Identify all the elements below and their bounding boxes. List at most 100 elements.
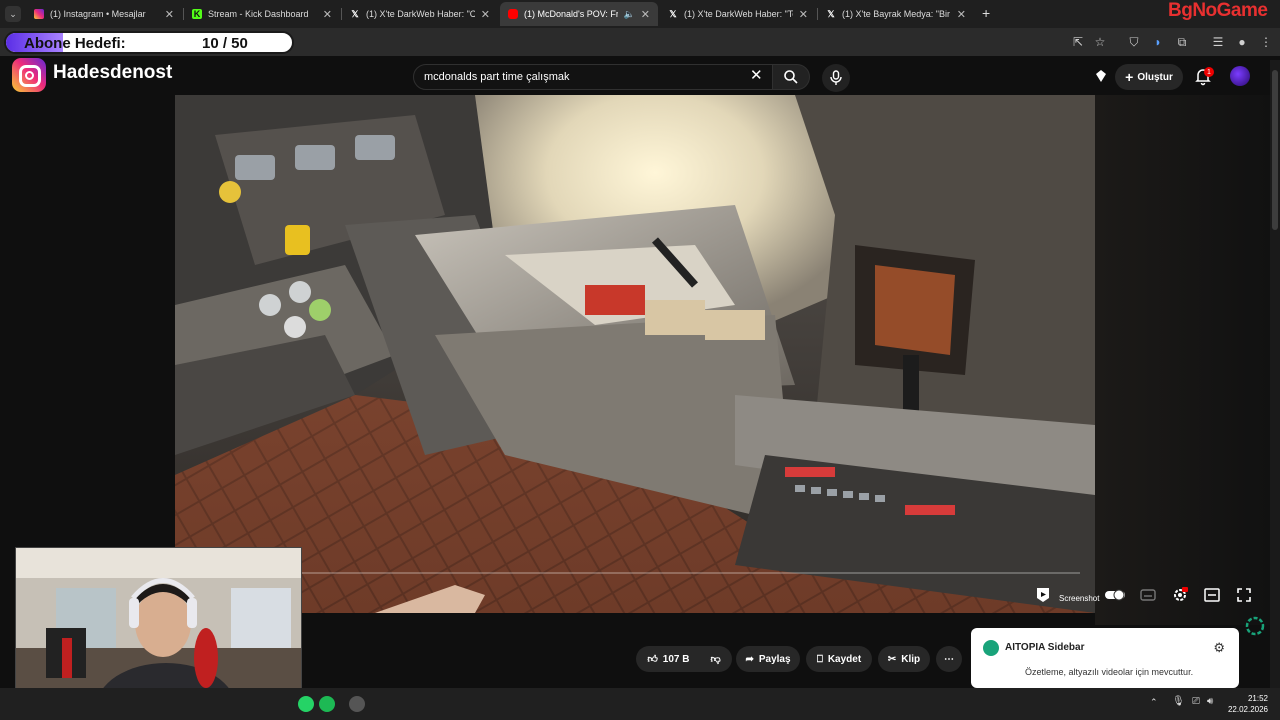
share-button[interactable]: ➦ Paylaş — [736, 646, 800, 672]
search-button[interactable] — [772, 64, 810, 90]
clip-button[interactable]: ✂ Klip — [878, 646, 930, 672]
close-icon[interactable]: ✕ — [481, 8, 490, 21]
microphone-icon — [830, 70, 842, 85]
kick-icon: K — [192, 9, 202, 19]
plus-icon: + — [1125, 69, 1134, 85]
close-icon[interactable]: ✕ — [799, 8, 808, 21]
autoplay-toggle-icon[interactable] — [1104, 586, 1126, 604]
scissors-icon: ✂ — [887, 653, 897, 665]
close-icon[interactable]: ✕ — [165, 8, 174, 21]
voice-search-button[interactable] — [822, 64, 850, 92]
share-icon: ➦ — [745, 653, 754, 665]
close-icon[interactable]: ✕ — [957, 8, 966, 21]
tab-search-button[interactable]: ⌄ — [5, 6, 21, 22]
clear-icon[interactable]: ✕ — [750, 66, 763, 84]
x-icon: 𝕏 — [669, 8, 677, 19]
aitopia-message: Özetleme, altyazılı videolar için mevcut… — [1025, 667, 1194, 677]
menu-icon[interactable]: ⋮ — [1258, 34, 1274, 50]
like-button[interactable]: 👍︎ 107 B 👎︎ — [636, 646, 732, 672]
windows-taskbar — [0, 688, 1280, 720]
tab-title: (1) Instagram • Mesajlar — [50, 9, 146, 19]
browser-tab[interactable]: 𝕏 (1) X'te Bayrak Medya: "Bir kad ✕ — [818, 2, 974, 26]
volume-icon[interactable]: 🔊︎ — [1207, 696, 1213, 707]
video-frame — [175, 95, 1095, 613]
watermark-text: BgNoGame — [1168, 0, 1268, 21]
translate-icon[interactable]: ◗ — [1150, 34, 1166, 50]
more-icon: ⋯ — [944, 653, 954, 665]
aitopia-panel: AITOPIA Sidebar ⚙ Özetleme, altyazılı vi… — [971, 628, 1239, 688]
clock-time: 21:52 — [1247, 694, 1268, 703]
instagram-icon — [34, 9, 44, 19]
more-actions-button[interactable]: ⋯ — [936, 646, 962, 672]
new-tab-button[interactable]: + — [982, 5, 990, 21]
x-icon: 𝕏 — [351, 8, 359, 19]
gem-icon[interactable] — [1093, 68, 1109, 84]
watermark-logo: BgNoGame — [1168, 0, 1268, 22]
tab-title: (1) X'te Bayrak Medya: "Bir kad — [842, 9, 951, 19]
shield-icon[interactable]: ⛉ — [1126, 34, 1142, 50]
create-label: Oluştur — [1137, 71, 1173, 83]
browser-tab-active[interactable]: (1) McDonald's POV: Fries 🔈 ✕ — [500, 2, 658, 26]
scrollbar-thumb[interactable] — [1272, 70, 1278, 230]
instagram-icon — [12, 58, 46, 92]
search-input[interactable]: mcdonalds part time çalışmak — [413, 64, 773, 90]
channel-name: Hadesdenost — [53, 62, 173, 83]
browser-tab[interactable]: 𝕏 (1) X'te DarkWeb Haber: "CJNG ✕ — [342, 2, 498, 26]
spotify-icon[interactable] — [319, 696, 335, 712]
create-button[interactable]: + Oluştur — [1115, 64, 1183, 90]
goal-label: Abone Hedefi: — [24, 35, 126, 52]
extensions-icon[interactable]: ⧉ — [1174, 34, 1190, 50]
video-player[interactable] — [175, 95, 1095, 613]
tab-title: (1) McDonald's POV: Fries — [524, 9, 618, 19]
tab-title: Stream - Kick Dashboard — [208, 9, 309, 19]
avatar[interactable] — [1230, 66, 1250, 86]
close-icon[interactable]: ✕ — [323, 8, 332, 21]
network-icon[interactable]: ⎚ — [1192, 696, 1200, 707]
save-button[interactable]: ⎕ Kaydet — [806, 646, 872, 672]
browser-tab[interactable]: K Stream - Kick Dashboard ✕ — [184, 2, 340, 26]
aitopia-logo-icon — [983, 640, 999, 656]
video-progress-bar[interactable] — [300, 572, 1080, 574]
aitopia-title: AITOPIA Sidebar — [1005, 642, 1085, 653]
tab-title: (1) X'te DarkWeb Haber: "Testo — [684, 9, 793, 19]
like-count: 107 B — [662, 653, 690, 665]
browser-tab[interactable]: (1) Instagram • Mesajlar ✕ — [26, 2, 182, 26]
play-icon[interactable] — [1034, 586, 1052, 604]
subtitles-icon[interactable] — [1139, 586, 1157, 604]
chevron-up-icon[interactable]: ⌃ — [1150, 697, 1158, 708]
gear-icon[interactable]: ⚙ — [1213, 640, 1225, 656]
dislike-icon[interactable]: 👎︎ — [710, 653, 720, 665]
bookmark-star-icon[interactable]: ☆ — [1092, 34, 1108, 50]
microphone-tray-icon[interactable]: 🎙︎ — [1172, 696, 1185, 707]
youtube-icon — [508, 9, 518, 19]
thumbs-up-icon: 👍︎ — [647, 654, 658, 665]
settings-icon[interactable] — [1171, 586, 1189, 604]
bookmark-icon: ⎕ — [816, 653, 823, 665]
obs-icon[interactable] — [349, 696, 365, 712]
chatgpt-icon[interactable] — [1244, 615, 1266, 637]
ambient-glow — [1095, 95, 1270, 625]
search-icon — [784, 70, 798, 84]
close-icon[interactable]: ✕ — [641, 8, 650, 21]
tab-title: (1) X'te DarkWeb Haber: "CJNG — [366, 9, 475, 19]
notification-badge: 1 — [1204, 67, 1214, 77]
system-clock[interactable]: 21:52 22.02.2026 — [1222, 693, 1268, 715]
webcam-overlay — [15, 547, 302, 709]
webcam-feed — [16, 548, 301, 708]
speaker-icon[interactable]: 🔈 — [624, 9, 635, 20]
profile-icon[interactable]: ● — [1234, 34, 1250, 50]
share-label: Paylaş — [758, 653, 791, 665]
subscriber-goal-bar: Abone Hedefi: 10 / 50 — [4, 31, 294, 54]
clip-label: Klip — [901, 653, 921, 665]
whatsapp-icon[interactable] — [298, 696, 314, 712]
x-icon: 𝕏 — [827, 8, 835, 19]
cast-icon[interactable]: ⇱ — [1070, 34, 1086, 50]
clock-date: 22.02.2026 — [1227, 705, 1268, 714]
screenshot-label[interactable]: Screenshot — [1059, 594, 1099, 603]
browser-tab[interactable]: 𝕏 (1) X'te DarkWeb Haber: "Testo ✕ — [660, 2, 816, 26]
goal-count: 10 / 50 — [202, 35, 248, 52]
fullscreen-icon[interactable] — [1235, 586, 1253, 604]
playlist-icon[interactable]: ☰ — [1210, 34, 1226, 50]
miniplayer-icon[interactable] — [1203, 586, 1221, 604]
save-label: Kaydet — [827, 653, 862, 665]
